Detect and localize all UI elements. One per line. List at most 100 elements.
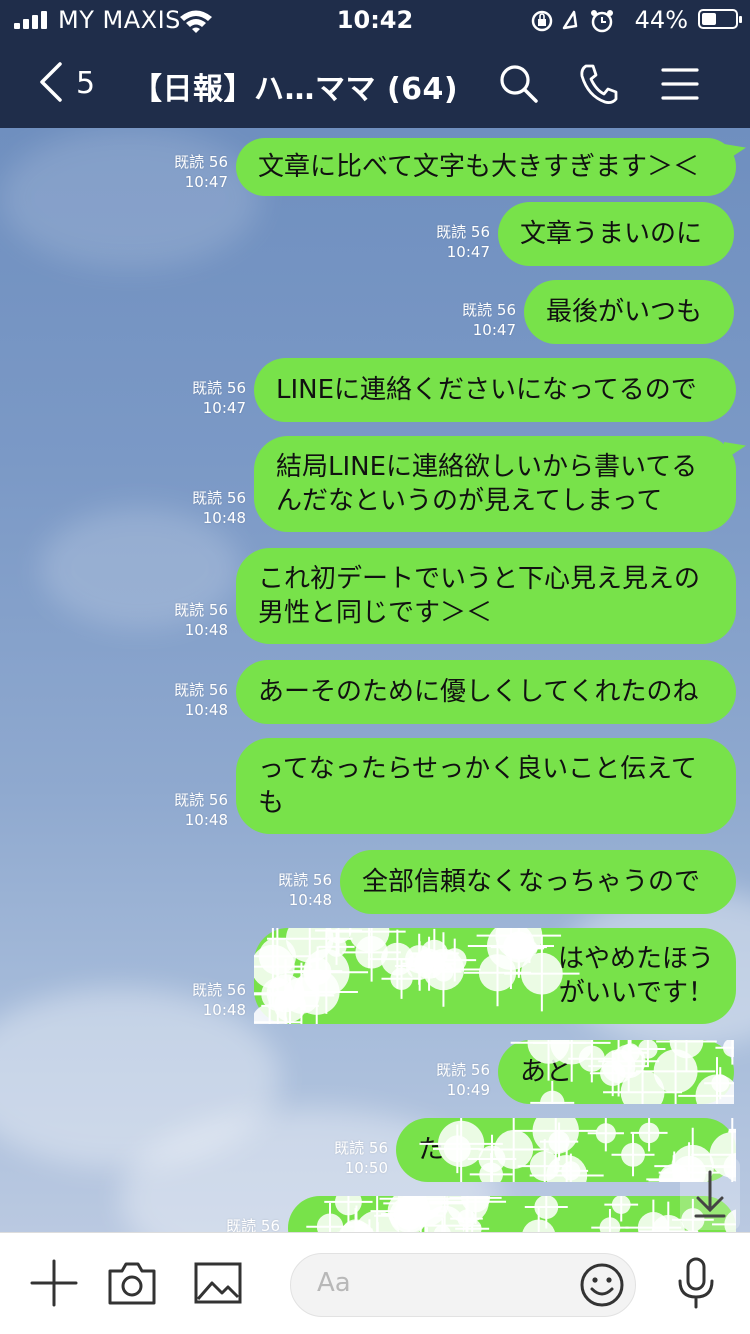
message-text-line: あと xyxy=(520,1057,573,1087)
sparkle-glow xyxy=(387,1196,431,1232)
message-text-line: がいいです！ xyxy=(558,978,714,1008)
voice-button[interactable] xyxy=(668,1255,724,1311)
message-meta: 既読 56 10:47 xyxy=(404,300,516,340)
add-button[interactable] xyxy=(26,1255,82,1311)
sparkle-ray xyxy=(408,1196,481,1232)
sparkle-glow xyxy=(397,1196,444,1222)
message-bubble[interactable]: はやめたほう がいいです！ xyxy=(254,928,736,1024)
message-bubble[interactable]: 文章うまいのに xyxy=(498,202,734,266)
sparkle-glow xyxy=(339,1220,374,1232)
message-text-line: 最後がいつも xyxy=(546,297,703,327)
sparkle-ray xyxy=(355,1205,358,1232)
message-bubble[interactable]: 文章に比べて文字も大きすぎます＞＜ xyxy=(236,138,746,196)
message-input-placeholder: Aa xyxy=(317,1268,351,1298)
message-bubble[interactable]: これ初デートでいうと下心見え見えの 男性と同じです＞＜ xyxy=(236,548,736,644)
sparkle-glow xyxy=(393,1198,426,1230)
message-bubble[interactable]: 最後がいつも xyxy=(524,280,734,344)
message-row: 既読 56 10:47 文章うまいのに xyxy=(0,202,750,266)
sparkle-glow xyxy=(722,1040,734,1058)
back-button[interactable]: 5 xyxy=(36,60,106,108)
message-meta: 既読 56 10:48 xyxy=(134,488,246,528)
sparkle-ray xyxy=(374,1196,443,1232)
message-row: 既読 56 10:48 全部信頼なくなっちゃうので xyxy=(0,850,750,914)
bubble-tail xyxy=(724,442,746,460)
sparkle-ray xyxy=(537,1206,540,1232)
message-row: 既読 56 10:47 LINEに連絡くださいになってるので xyxy=(0,358,750,422)
message-meta: 既読 56 10:48 xyxy=(134,980,246,1020)
line-chat-screen: MY MAXIS 10:42 44% 5 【日報】ハ…ママ (64) 既読 56… xyxy=(0,0,750,1334)
message-text-line: 結局LINEに連絡欲しいから書いてる xyxy=(276,452,698,482)
message-text-line: LINEに連絡くださいになってるので xyxy=(276,375,697,405)
message-input[interactable]: Aa xyxy=(290,1253,636,1317)
message-row: 既読 56 10:50 た xyxy=(0,1118,750,1182)
image-icon xyxy=(194,1262,242,1304)
top-bar: MY MAXIS 10:42 44% 5 【日報】ハ…ママ (64) xyxy=(0,0,750,128)
sparkle-glow xyxy=(611,1196,631,1214)
sparkle-glow xyxy=(711,1074,730,1093)
sparkle-redaction-overlay xyxy=(306,1196,736,1232)
sparkle-glow xyxy=(335,1196,362,1216)
sparkle-ray xyxy=(370,1196,448,1232)
message-row: 既読 56 10:48 はやめたほう がいいです！ xyxy=(0,928,750,1024)
message-row: 既読 56 10:48 結局LINEに連絡欲しいから書いてる んだなというのが見えてし… xyxy=(0,436,750,532)
sparkle-ray xyxy=(381,1196,438,1232)
chat-title[interactable]: 【日報】ハ…ママ (64) xyxy=(132,64,458,108)
message-time: 10:48 xyxy=(288,891,332,909)
scroll-to-bottom-button[interactable] xyxy=(680,1158,740,1230)
message-meta: 既読 56 10:47 xyxy=(116,152,228,192)
message-bubble[interactable]: あーそのために優しくしてくれたのね xyxy=(236,660,736,724)
microphone-icon xyxy=(678,1257,714,1309)
search-icon xyxy=(500,65,538,103)
message-time: 10:50 xyxy=(344,1159,388,1177)
smiley-icon xyxy=(580,1263,624,1307)
sparkle-glow xyxy=(445,1196,489,1224)
message-row: 既読 56 10:48 ってなったらせっかく良いこと伝えても xyxy=(0,738,750,834)
message-bubble[interactable]: ってなったらせっかく良いこと伝えても xyxy=(236,738,736,834)
message-row: 既読 56 10:48 これ初デートでいうと下心見え見えの 男性と同じです＞＜ xyxy=(0,548,750,644)
chat-message-list[interactable]: 既読 56 10:47 文章に比べて文字も大きすぎます＞＜ 既読 56 10:47 文章う… xyxy=(0,128,750,1232)
sparkle-glow xyxy=(457,1209,476,1228)
chevron-left-icon xyxy=(40,62,62,102)
sparkle-ray xyxy=(715,1040,734,1065)
message-meta: 既読 56 10:48 xyxy=(116,790,228,830)
sparkle-glow xyxy=(540,1090,565,1104)
status-bar: MY MAXIS 10:42 44% xyxy=(0,0,750,40)
chat-header: 5 【日報】ハ…ママ (64) xyxy=(0,40,750,128)
camera-button[interactable] xyxy=(104,1255,160,1311)
message-bubble[interactable]: LINEに連絡くださいになってるので xyxy=(254,358,736,422)
menu-button[interactable] xyxy=(660,60,700,108)
message-bubble[interactable]: あと xyxy=(498,1040,734,1104)
message-bubble[interactable]: 結局LINEに連絡欲しいから書いてる んだなというのが見えてしまって xyxy=(254,436,746,532)
message-row: 既読 56 10:48 あーそのために優しくしてくれたのね xyxy=(0,660,750,724)
message-time: 10:47 xyxy=(184,173,228,191)
search-button[interactable] xyxy=(496,60,540,108)
message-text-line: はやめたほう xyxy=(557,944,714,974)
message-row: 既読 56 10:49 あと xyxy=(0,1040,750,1104)
call-button[interactable] xyxy=(576,60,620,108)
message-meta: 既読 56 10:48 xyxy=(116,600,228,640)
sparkle-ray xyxy=(625,1199,682,1232)
message-row: 既読 56 10:47 最後がいつも xyxy=(0,280,750,344)
message-text-line: 男性と同じです＞＜ xyxy=(258,598,493,628)
message-bubble[interactable] xyxy=(288,1196,736,1232)
message-meta: 既読 56 10:49 xyxy=(378,1060,490,1100)
message-text-line: あーそのために優しくしてくれたのね xyxy=(258,677,699,707)
battery-percentage: 44% xyxy=(634,6,688,34)
message-text-line: た xyxy=(418,1135,445,1165)
read-receipt: 既読 56 xyxy=(278,871,332,889)
sparkle-glow xyxy=(599,1217,621,1232)
sparkle-glow xyxy=(461,1196,491,1213)
message-meta: 既読 56 10:47 xyxy=(378,222,490,262)
message-meta: 既読 56 xyxy=(168,1216,280,1232)
sparkle-ray xyxy=(306,1203,354,1232)
message-bubble[interactable]: 全部信頼なくなっちゃうので xyxy=(340,850,736,914)
sparkle-ray xyxy=(383,1196,468,1232)
message-text-line: 全部信頼なくなっちゃうので xyxy=(362,867,701,897)
read-receipt: 既読 56 xyxy=(192,379,246,397)
sparkle-glow xyxy=(424,1205,465,1232)
sparkle-glow xyxy=(434,1224,451,1232)
image-button[interactable] xyxy=(190,1255,246,1311)
read-receipt: 既読 56 xyxy=(192,981,246,999)
emoji-button[interactable] xyxy=(579,1262,625,1308)
sparkle-ray xyxy=(441,1218,444,1232)
